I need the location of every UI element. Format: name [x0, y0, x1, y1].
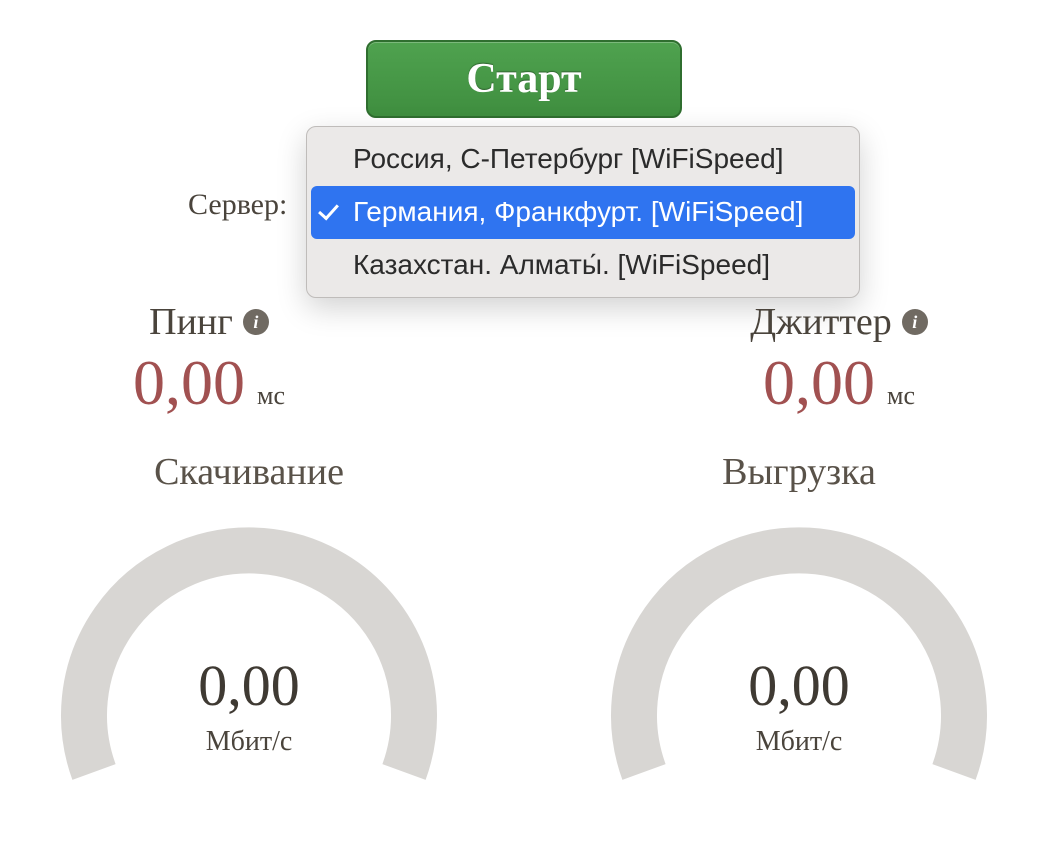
download-title: Скачивание [29, 450, 469, 494]
download-unit: Мбит/с [29, 726, 469, 758]
jitter-unit: мс [887, 381, 915, 410]
jitter-title: Джиттер [750, 300, 892, 344]
jitter-value: 0,00 [763, 347, 875, 418]
server-option[interactable]: Казахстан. Алматы́. [WiFiSpeed] [311, 239, 855, 292]
jitter-metric: Джиттер i 0,00 мс [649, 300, 1029, 420]
server-option-selected[interactable]: Германия, Франкфурт. [WiFiSpeed] [311, 186, 855, 239]
start-button[interactable]: Старт [366, 40, 682, 118]
info-icon[interactable]: i [902, 309, 928, 335]
ping-unit: мс [257, 381, 285, 410]
upload-gauge: Выгрузка 0,00 Мбит/с [579, 450, 1019, 812]
ping-value: 0,00 [133, 347, 245, 418]
server-option[interactable]: Россия, С-Петербург [WiFiSpeed] [311, 133, 855, 186]
info-icon[interactable]: i [243, 309, 269, 335]
server-label: Сервер: [188, 188, 287, 222]
server-dropdown[interactable]: Россия, С-Петербург [WiFiSpeed] Германия… [306, 126, 860, 298]
ping-metric: Пинг i 0,00 мс [19, 300, 399, 420]
upload-unit: Мбит/с [579, 726, 1019, 758]
download-value: 0,00 [29, 652, 469, 719]
download-gauge: Скачивание 0,00 Мбит/с [29, 450, 469, 812]
upload-value: 0,00 [579, 652, 1019, 719]
upload-title: Выгрузка [579, 450, 1019, 494]
ping-title: Пинг [149, 300, 233, 344]
